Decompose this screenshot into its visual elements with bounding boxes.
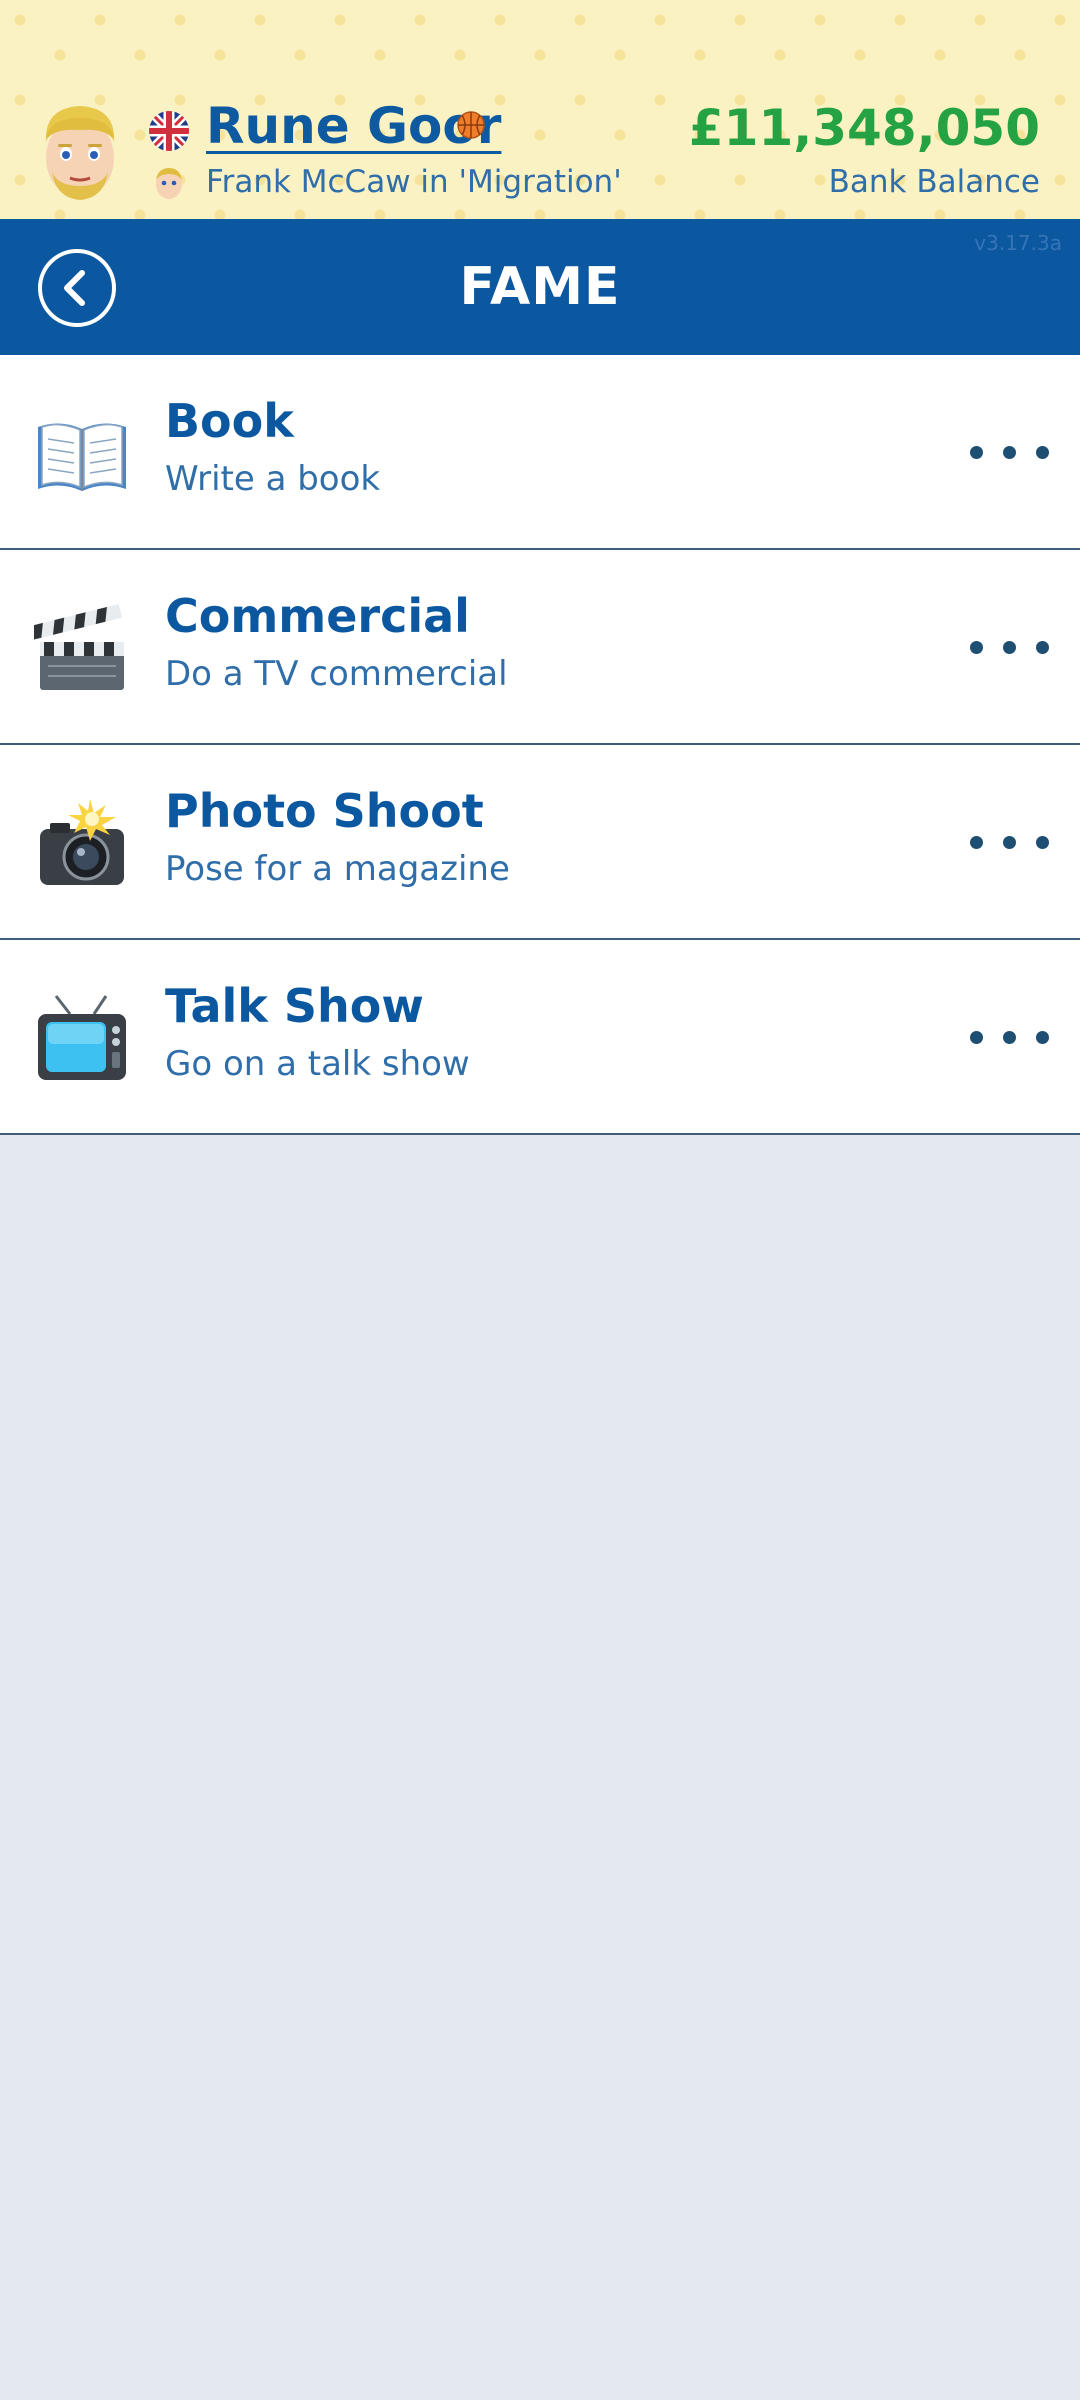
title-bar: FAME v3.17.3a xyxy=(0,219,1080,355)
spouse-avatar-icon xyxy=(156,168,182,199)
item-subtitle: Do a TV commercial xyxy=(165,654,508,694)
item-subtitle: Write a book xyxy=(165,459,381,499)
bank-balance-label: Bank Balance xyxy=(828,164,1040,200)
version-label: v3.17.3a xyxy=(974,231,1062,255)
uk-flag-icon xyxy=(149,111,189,151)
camera-flash-icon xyxy=(40,799,124,885)
back-button[interactable] xyxy=(38,249,116,327)
profile-header: Rune Goor Frank McCaw in 'Migration' £11… xyxy=(0,0,1080,219)
basketball-icon xyxy=(457,111,485,139)
item-title: Talk Show xyxy=(165,979,424,1033)
list-item-photo-shoot[interactable]: Photo Shoot Pose for a magazine xyxy=(0,745,1080,940)
more-options-button[interactable] xyxy=(970,432,1050,472)
list-item-book[interactable]: Book Write a book xyxy=(0,355,1080,550)
more-options-button[interactable] xyxy=(970,822,1050,862)
page-title: FAME xyxy=(459,257,621,317)
ellipsis-icon xyxy=(970,641,983,654)
bank-balance-value: £11,348,050 xyxy=(688,99,1040,157)
fame-options-list: Book Write a book Commercial Do a TV com… xyxy=(0,355,1080,1135)
player-avatar[interactable] xyxy=(32,100,128,210)
more-options-button[interactable] xyxy=(970,1017,1050,1057)
ellipsis-icon xyxy=(970,446,983,459)
chevron-left-icon xyxy=(64,270,85,306)
item-title: Commercial xyxy=(165,589,470,643)
clapperboard-icon xyxy=(34,604,124,690)
list-item-commercial[interactable]: Commercial Do a TV commercial xyxy=(0,550,1080,745)
book-icon xyxy=(38,423,126,491)
ellipsis-icon xyxy=(970,836,983,849)
list-item-talk-show[interactable]: Talk Show Go on a talk show xyxy=(0,940,1080,1135)
item-title: Book xyxy=(165,394,294,448)
more-options-button[interactable] xyxy=(970,627,1050,667)
item-title: Photo Shoot xyxy=(165,784,484,838)
television-icon xyxy=(38,995,126,1080)
current-role: Frank McCaw in 'Migration' xyxy=(206,164,622,200)
item-subtitle: Pose for a magazine xyxy=(165,849,510,889)
item-subtitle: Go on a talk show xyxy=(165,1044,470,1084)
ellipsis-icon xyxy=(970,1031,983,1044)
